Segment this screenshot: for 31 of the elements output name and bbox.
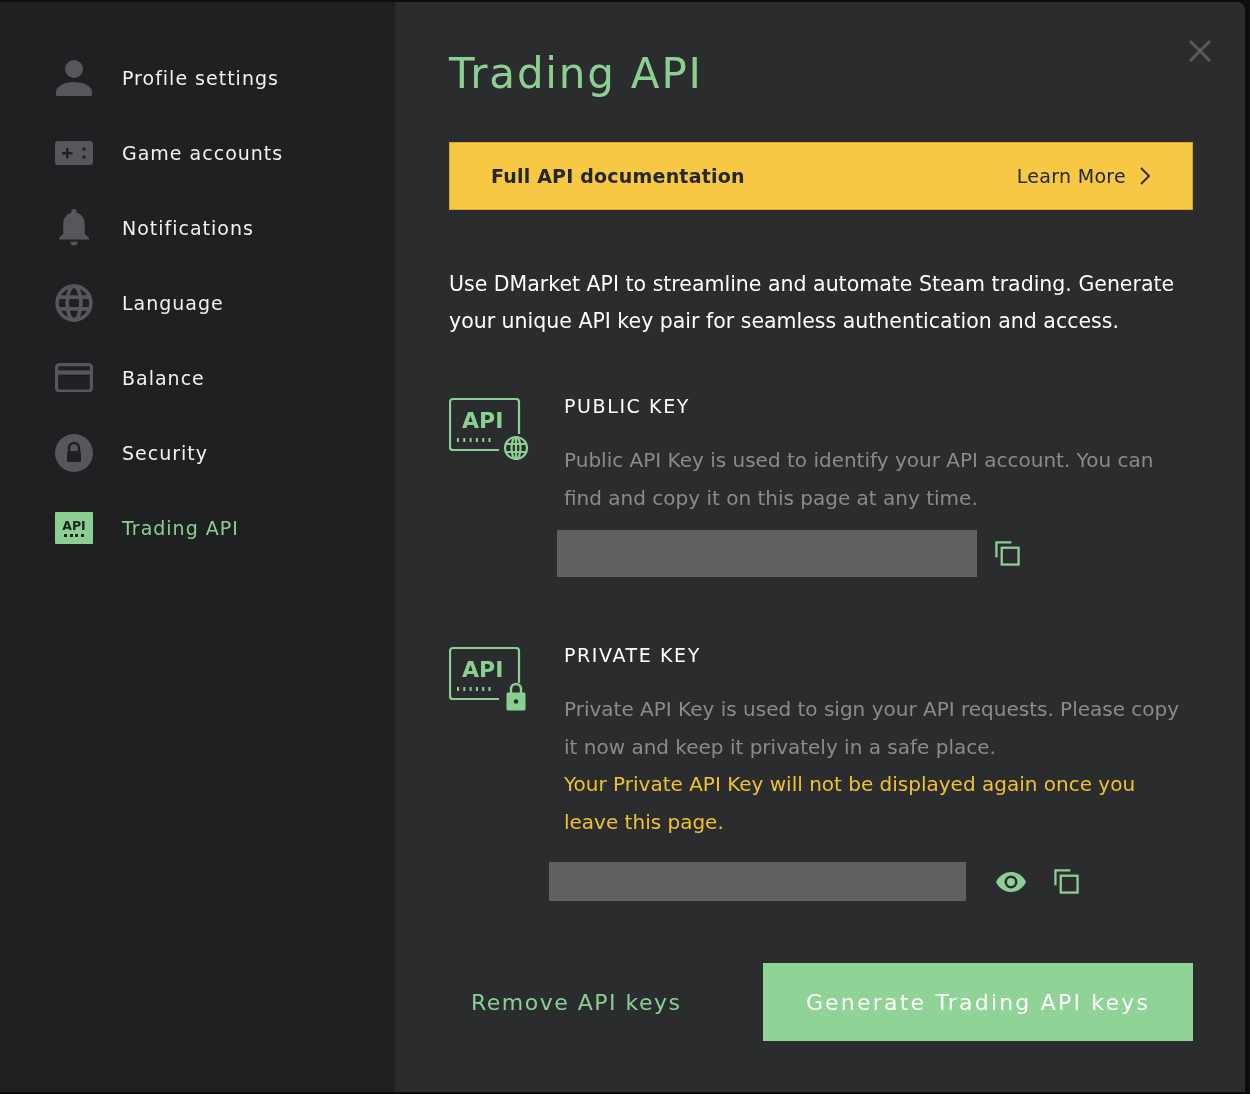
eye-icon[interactable] — [995, 870, 1027, 893]
api-icon: API — [55, 511, 93, 544]
sidebar-item[interactable]: Profile settings — [0, 40, 279, 115]
intro-text: Use DMarket API to streamline and automate Steam trading. Generate your unique API key pair for seamless authentication and access. — [449, 271, 1176, 335]
person-icon — [55, 59, 93, 96]
globe-icon — [55, 283, 93, 322]
public-key-field[interactable] — [557, 530, 977, 577]
bell-icon — [59, 208, 89, 247]
sidebar-item[interactable]: Game accounts — [0, 115, 284, 190]
remove-keys-link[interactable]: Remove API keys — [471, 989, 682, 1015]
banner-text: Full API documentation — [491, 165, 745, 187]
sidebar-item[interactable]: Security — [0, 415, 209, 490]
private-key-warning: Your Private API Key will not be displayed again once you leave this page. — [564, 771, 1137, 836]
private-key-heading: PRIVATE KEY — [564, 644, 702, 666]
copy-icon[interactable] — [995, 541, 1020, 566]
lock-icon — [55, 433, 93, 472]
page-title: Trading API — [449, 48, 704, 100]
copy-icon[interactable] — [1054, 869, 1079, 894]
sidebar-item[interactable]: Balance — [0, 340, 205, 415]
public-key-heading: PUBLIC KEY — [564, 395, 691, 417]
sidebar-item[interactable]: Notifications — [0, 190, 254, 265]
close-icon — [1188, 39, 1212, 63]
card-icon — [55, 362, 93, 393]
chevron-right-icon — [1140, 167, 1150, 185]
public-key-description: Public API Key is used to identify your API account. You can find and copy it on this page at any time. — [564, 447, 1155, 512]
learn-more-link[interactable]: Learn More — [1016, 165, 1150, 187]
gamepad-icon — [55, 140, 93, 165]
sidebar-item[interactable]: API Trading API — [0, 490, 239, 565]
private-key-description: Private API Key is used to sign your API requests. Please copy it now and keep it privately in a safe place. — [564, 696, 1181, 761]
private-key-field[interactable] — [549, 862, 966, 901]
sidebar-item[interactable]: Language — [0, 265, 224, 340]
